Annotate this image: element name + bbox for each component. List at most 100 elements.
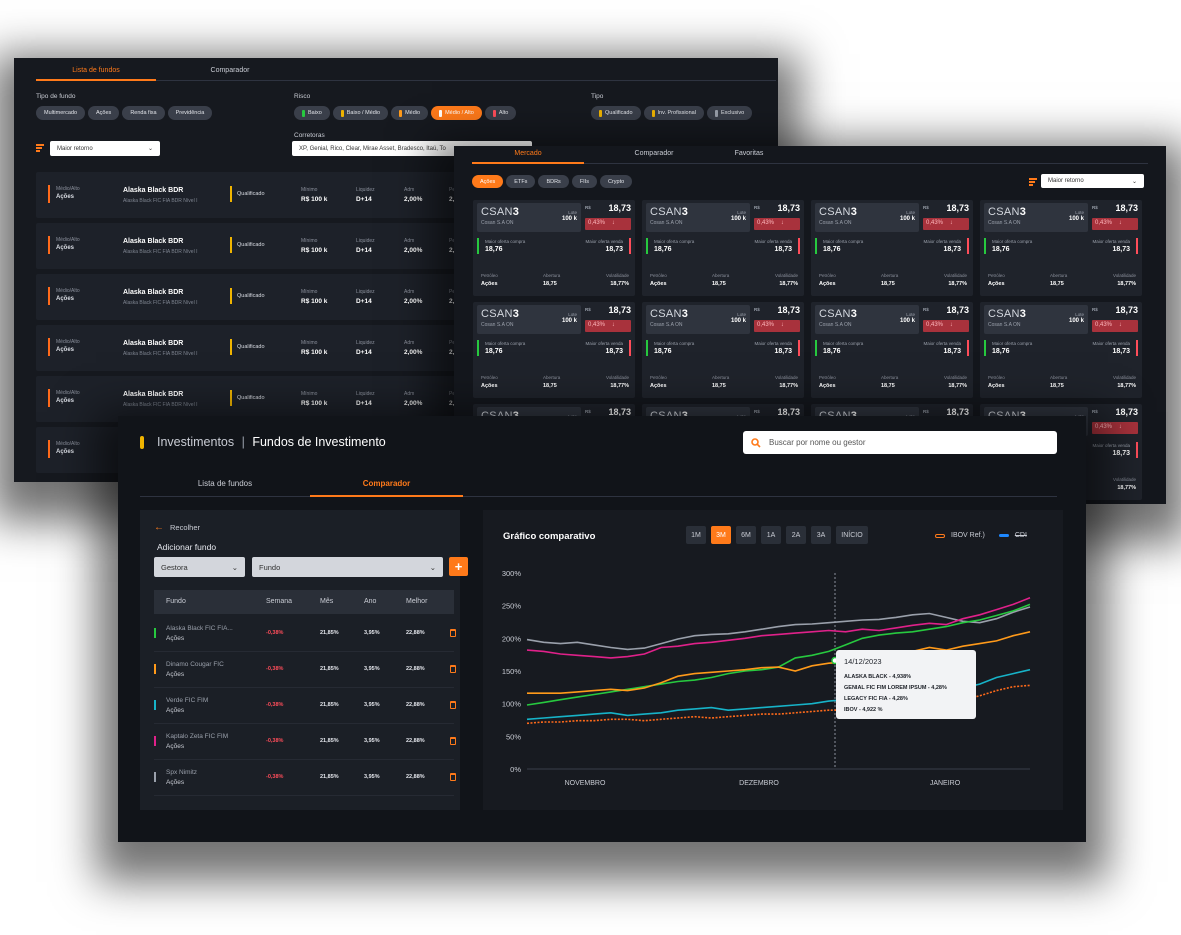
fund-category: Ações: [166, 635, 185, 642]
sort-select[interactable]: Maior retorno ⌄: [50, 141, 160, 156]
tab-comparador[interactable]: Comparador: [584, 150, 724, 163]
y-tick-label: 200%: [502, 634, 522, 643]
breadcrumb-root[interactable]: Investimentos: [157, 435, 234, 449]
price-value: 18,73: [1115, 203, 1138, 213]
lote: Lote100 k: [1069, 209, 1084, 223]
y-tick-label: 0%: [510, 765, 521, 774]
sector-label: Petróleo: [819, 273, 836, 278]
chip-alto[interactable]: Alto: [484, 106, 517, 120]
tab-lista-de-fundos[interactable]: Lista de fundos: [36, 67, 156, 81]
chip-acoes[interactable]: Ações: [88, 106, 120, 120]
chip-bdrs[interactable]: BDRs: [538, 175, 569, 188]
risk-level: Médio/Alto Ações: [56, 338, 80, 354]
tab-mercado[interactable]: Mercado: [472, 150, 584, 164]
melhor-value: 22,88%: [406, 774, 425, 780]
chip-etfs[interactable]: ETFs: [506, 175, 536, 188]
sell-value: 18,73: [774, 348, 792, 355]
col-ano[interactable]: Ano: [364, 598, 376, 605]
ticker-number: 3: [850, 206, 858, 218]
comparison-chart: 0% 50% 100% 150% 200% 250% 300% NOVEMBRO DEZEMBR…: [502, 569, 1031, 787]
stock-card[interactable]: CSAN3 Cosan S.A ON Lote100 k R$ 18,73 0,43% ↓…: [980, 200, 1142, 296]
fund-name[interactable]: Alaska Black BDR Alaska Black FIC FIA BDR…: [123, 339, 197, 359]
fund-color-bar: [154, 700, 156, 710]
risk-dot-icon: [399, 109, 403, 117]
gestora-select[interactable]: Gestora ⌄: [154, 557, 245, 577]
chip-renda-fixa[interactable]: Renda fixa: [122, 106, 165, 120]
company-name: Cosan S.A ON: [988, 322, 1021, 328]
tab-favoritas[interactable]: Favoritas: [724, 150, 774, 163]
arrow-down-icon: ↓: [1118, 220, 1122, 226]
trash-icon[interactable]: [450, 773, 456, 781]
chip-qualificado[interactable]: Qualificado: [591, 106, 641, 120]
chip-multimercado[interactable]: Multimercado: [36, 106, 86, 120]
chip-previdencia[interactable]: Previdência: [167, 106, 213, 120]
best-buy: Maior oferta compra 18,76: [477, 238, 525, 254]
fundo-select[interactable]: Fundo ⌄: [252, 557, 443, 577]
fund-table-row[interactable]: Verde FIC FIM Ações -0,38% 21,85% 3,95% 22,88…: [154, 688, 456, 724]
arrow-down-icon: ↓: [949, 220, 953, 226]
chip-medio-alto[interactable]: Médio / Alto: [431, 106, 482, 120]
series-line[interactable]: [526, 606, 1031, 651]
min-col: Mínimo R$ 100 k: [301, 186, 327, 204]
fund-name[interactable]: Alaska Black BDR Alaska Black FIC FIA BDR…: [123, 390, 197, 410]
stock-card[interactable]: CSAN3 Cosan S.A ON Lote100 k R$ 18,73 0,43% ↓…: [642, 200, 804, 296]
trash-icon[interactable]: [450, 665, 456, 673]
col-melhor[interactable]: Melhor: [406, 598, 427, 605]
fund-table-row[interactable]: Kaptalo Zeta FIC FIM Ações -0,38% 21,85% 3,9…: [154, 724, 456, 760]
chip-baixo[interactable]: Baixo: [294, 106, 330, 120]
stock-card[interactable]: CSAN3 Cosan S.A ON Lote100 k R$ 18,73 0,43% ↓…: [473, 200, 635, 296]
stock-card[interactable]: CSAN3 Cosan S.A ON Lote100 k R$ 18,73 0,43% ↓…: [473, 302, 635, 398]
search-input[interactable]: Buscar por nome ou gestor: [743, 431, 1057, 454]
qualificado-bar: [230, 339, 232, 355]
col-value: 2,00%: [404, 400, 423, 407]
ano-value: 3,95%: [364, 702, 380, 708]
risco-label: Risco: [294, 93, 311, 100]
tab-comparador[interactable]: Comparador: [310, 479, 463, 497]
vol-label: Volatilidade: [774, 273, 798, 278]
collapse-button[interactable]: ← Recolher: [154, 522, 200, 533]
lote-label: Lote: [1075, 210, 1084, 215]
col-fundo[interactable]: Fundo: [166, 598, 186, 605]
chip-baixo-medio[interactable]: Baixo / Médio: [332, 106, 389, 120]
fund-type: Qualificado: [237, 395, 265, 401]
chip-crypto[interactable]: Crypto: [599, 175, 633, 188]
fund-table-row[interactable]: Dinamo Cougar FIC Ações -0,38% 21,85% 3,95% 2…: [154, 652, 456, 688]
fund-name[interactable]: Alaska Black BDR Alaska Black FIC FIA BDR…: [123, 288, 197, 308]
price: R$ 18,73: [1092, 305, 1138, 319]
chip-label: Baixo / Médio: [346, 110, 381, 116]
chip-fiis[interactable]: FIIs: [571, 175, 597, 188]
sell-value: 18,73: [943, 348, 961, 355]
stock-card[interactable]: CSAN3 Cosan S.A ON Lote100 k R$ 18,73 0,43% ↓…: [811, 302, 973, 398]
chip-exclusivo[interactable]: Exclusivo: [706, 106, 753, 120]
chip-inv-profissional[interactable]: Inv. Profissional: [643, 106, 704, 120]
risk-dot-icon: [492, 109, 496, 117]
vol-value: 18,77%: [610, 281, 629, 287]
tab-lista-de-fundos[interactable]: Lista de fundos: [140, 479, 310, 496]
sort-icon[interactable]: [36, 144, 44, 152]
stock-card[interactable]: CSAN3 Cosan S.A ON Lote100 k R$ 18,73 0,43% ↓…: [811, 200, 973, 296]
trash-icon[interactable]: [450, 701, 456, 709]
col-mes[interactable]: Mês: [320, 598, 333, 605]
stock-card[interactable]: CSAN3 Cosan S.A ON Lote100 k R$ 18,73 0,43% ↓…: [980, 302, 1142, 398]
chip-acoes[interactable]: Ações: [472, 175, 504, 188]
fund-table-row[interactable]: Spx Nimitz Ações -0,38% 21,85% 3,95% 22,88%: [154, 760, 456, 796]
fund-name[interactable]: Alaska Black BDR Alaska Black FIC FIA BDR…: [123, 237, 197, 257]
trash-icon[interactable]: [450, 737, 456, 745]
trash-icon[interactable]: [450, 629, 456, 637]
tab-comparador[interactable]: Comparador: [156, 67, 304, 80]
fund-table-row[interactable]: Alaska Black FIC FIA... Ações -0,38% 21,85%…: [154, 616, 456, 652]
add-fund-button[interactable]: +: [449, 557, 468, 576]
stock-card[interactable]: CSAN3 Cosan S.A ON Lote100 k R$ 18,73 0,43% ↓…: [642, 302, 804, 398]
risk-label: Médio/Alto: [56, 339, 80, 345]
currency: R$: [585, 409, 591, 414]
fund-subtitle: Alaska Black FIC FIA BDR Nível I: [123, 402, 198, 408]
chip-medio[interactable]: Médio: [391, 106, 429, 120]
fund-name[interactable]: Alaska Black BDR Alaska Black FIC FIA BDR…: [123, 186, 197, 206]
tipo-chips: Multimercado Ações Renda fixa Previdênci…: [36, 106, 215, 120]
lote: Lote100 k: [900, 209, 915, 223]
col-semana[interactable]: Semana: [266, 598, 292, 605]
sort-icon[interactable]: [1029, 178, 1037, 186]
ticker-code: CSAN: [988, 206, 1020, 218]
market-sort-select[interactable]: Maior retorno ⌄: [1041, 174, 1144, 188]
lote-value: 100 k: [730, 318, 746, 324]
